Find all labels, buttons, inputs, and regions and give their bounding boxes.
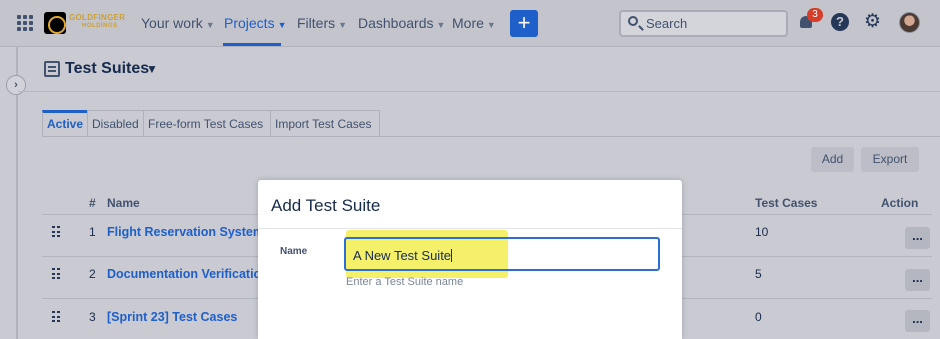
create-button[interactable]: +	[510, 10, 538, 37]
tab-free-form-test-cases[interactable]: Free-form Test Cases	[143, 110, 271, 137]
row-actions-button[interactable]: ...	[905, 310, 930, 332]
drag-handle-icon[interactable]	[52, 268, 60, 280]
chevron-down-icon: ▼	[338, 20, 348, 30]
column-header-name[interactable]: Name	[107, 196, 140, 210]
chevron-down-icon[interactable]: ▼	[146, 62, 158, 76]
tab-disabled[interactable]: Disabled	[87, 110, 144, 137]
tab-active[interactable]: Active	[42, 110, 88, 137]
search-placeholder: Search	[646, 16, 688, 31]
nav-your-work[interactable]: Your work ▼	[141, 15, 215, 31]
chevron-right-icon: ›	[14, 79, 18, 91]
nav-more-label: More	[452, 15, 484, 31]
tab-import-test-cases[interactable]: Import Test Cases	[270, 110, 380, 137]
name-field-help: Enter a Test Suite name	[346, 276, 464, 288]
nav-dashboards-label: Dashboards	[358, 15, 434, 31]
name-input-value: A New Test Suite	[353, 248, 453, 263]
logo-subtext: HOLDINGS	[82, 23, 118, 29]
nav-filters-label: Filters	[297, 15, 336, 31]
drag-handle-icon[interactable]	[52, 226, 60, 238]
search-icon	[628, 16, 638, 26]
row-name-link[interactable]: [Sprint 23] Test Cases	[107, 310, 237, 324]
text-caret	[451, 249, 453, 262]
chevron-down-icon: ▼	[436, 20, 446, 30]
help-icon[interactable]: ?	[831, 13, 849, 31]
nav-projects-label: Projects	[224, 15, 275, 31]
page-title[interactable]: Test Suites	[65, 60, 149, 78]
row-test-cases: 0	[755, 310, 762, 324]
row-number: 1	[89, 225, 96, 239]
chevron-down-icon: ▼	[277, 20, 287, 30]
dialog-title: Add Test Suite	[271, 196, 381, 215]
add-test-suite-dialog: Add Test Suite Name A New Test Suite Ent…	[258, 180, 682, 339]
row-actions-button[interactable]: ...	[905, 227, 930, 249]
dialog-divider	[258, 228, 682, 229]
row-test-cases: 10	[755, 225, 769, 239]
active-nav-indicator	[223, 43, 281, 46]
tabs-divider	[42, 136, 940, 137]
test-suites-icon	[44, 61, 60, 77]
sidebar-expand-button[interactable]: ›	[6, 75, 26, 95]
row-test-cases: 5	[755, 267, 762, 281]
gear-icon[interactable]: ⚙	[864, 12, 881, 32]
top-navigation: GOLDFINGER HOLDINGS Your work ▼ Projects ▼…	[0, 0, 940, 47]
app-switcher-icon[interactable]	[17, 15, 33, 31]
nav-filters[interactable]: Filters ▼	[297, 15, 347, 31]
row-actions-button[interactable]: ...	[905, 269, 930, 291]
drag-handle-icon[interactable]	[52, 311, 60, 323]
row-name-link[interactable]: Flight Reservation System	[107, 225, 264, 239]
row-name-link[interactable]: Documentation Verification	[107, 267, 269, 281]
search-input[interactable]: Search	[619, 10, 788, 37]
nav-projects[interactable]: Projects ▼	[224, 15, 287, 31]
row-number: 2	[89, 267, 96, 281]
nav-more[interactable]: More ▼	[452, 15, 496, 31]
row-number: 3	[89, 310, 96, 324]
column-header-num: #	[89, 196, 96, 210]
name-field-label: Name	[280, 246, 308, 257]
add-button[interactable]: Add	[811, 147, 854, 172]
header-divider	[18, 91, 940, 92]
nav-dashboards[interactable]: Dashboards ▼	[358, 15, 445, 31]
export-button[interactable]: Export	[861, 147, 919, 172]
notification-badge: 3	[807, 8, 823, 22]
logo-text: GOLDFINGER	[69, 13, 126, 22]
chevron-down-icon: ▼	[205, 20, 215, 30]
logo-icon[interactable]	[44, 12, 66, 34]
chevron-down-icon: ▼	[486, 20, 496, 30]
name-input[interactable]: A New Test Suite	[344, 237, 660, 271]
column-header-test-cases[interactable]: Test Cases	[755, 196, 817, 210]
nav-your-work-label: Your work	[141, 15, 203, 31]
column-header-action: Action	[881, 196, 919, 210]
avatar[interactable]	[899, 12, 920, 33]
